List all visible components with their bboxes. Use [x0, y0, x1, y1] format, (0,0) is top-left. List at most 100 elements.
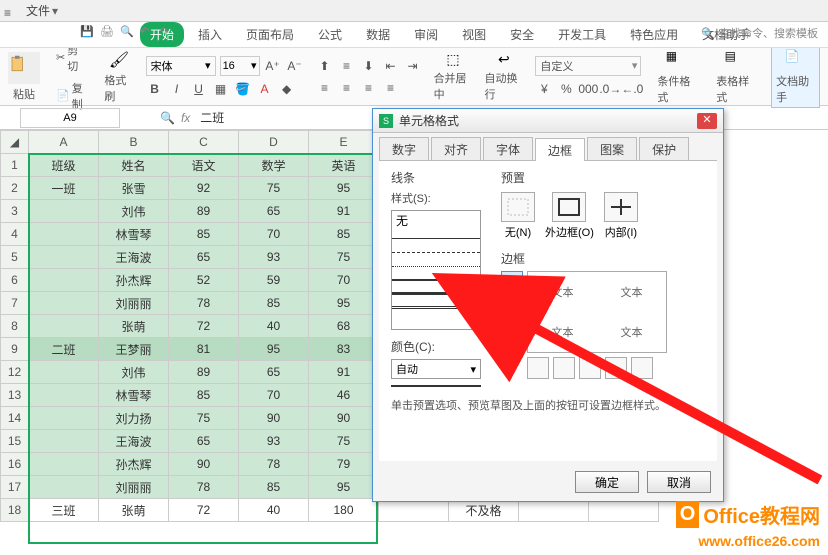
cell[interactable]: 85: [239, 476, 309, 499]
cell[interactable]: [29, 223, 99, 246]
cell[interactable]: 95: [239, 338, 309, 361]
cell[interactable]: 刘力扬: [99, 407, 169, 430]
cell[interactable]: 72: [169, 499, 239, 522]
cell[interactable]: 班级: [29, 154, 99, 177]
cell[interactable]: 90: [309, 407, 379, 430]
cell[interactable]: 78: [169, 292, 239, 315]
effects-button[interactable]: ◆: [278, 80, 296, 98]
cell[interactable]: 91: [309, 361, 379, 384]
cell[interactable]: 刘伟: [99, 200, 169, 223]
align-center-icon[interactable]: ≡: [338, 79, 356, 97]
dlg-tab-pattern[interactable]: 图案: [587, 137, 637, 160]
increase-font-icon[interactable]: A⁺: [264, 57, 282, 75]
expand-icon[interactable]: 🔍: [160, 111, 175, 125]
cell[interactable]: 75: [169, 407, 239, 430]
col-header[interactable]: E: [309, 131, 379, 154]
preview-icon[interactable]: 🔍: [120, 25, 134, 39]
row-header[interactable]: 4: [1, 223, 29, 246]
color-select[interactable]: 自动▾: [391, 359, 481, 379]
cell[interactable]: 79: [309, 453, 379, 476]
col-header[interactable]: B: [99, 131, 169, 154]
cell[interactable]: 90: [169, 453, 239, 476]
cell[interactable]: 52: [169, 269, 239, 292]
italic-button[interactable]: I: [168, 80, 186, 98]
border-left-button[interactable]: [553, 357, 575, 379]
cell[interactable]: 40: [239, 499, 309, 522]
border-right-button[interactable]: [605, 357, 627, 379]
cell[interactable]: 75: [239, 177, 309, 200]
table-style-button[interactable]: ▤ 表格样式: [712, 47, 759, 107]
hamburger-icon[interactable]: [4, 6, 18, 16]
cell[interactable]: 72: [169, 315, 239, 338]
border-preview[interactable]: 文本 文本 文本 文本: [527, 271, 667, 353]
row-header[interactable]: 6: [1, 269, 29, 292]
align-top-icon[interactable]: ⬆: [316, 57, 334, 75]
border-diag1-button[interactable]: [527, 357, 549, 379]
tab-view[interactable]: 视图: [452, 22, 496, 47]
cell[interactable]: 二班: [29, 338, 99, 361]
dlg-tab-border[interactable]: 边框: [535, 138, 585, 161]
dlg-tab-font[interactable]: 字体: [483, 137, 533, 160]
row-header[interactable]: 14: [1, 407, 29, 430]
cell[interactable]: 93: [239, 430, 309, 453]
cell[interactable]: 姓名: [99, 154, 169, 177]
col-header[interactable]: D: [239, 131, 309, 154]
align-left-icon[interactable]: ≡: [316, 79, 334, 97]
dlg-tab-align[interactable]: 对齐: [431, 137, 481, 160]
cell[interactable]: [29, 476, 99, 499]
cell[interactable]: 刘丽丽: [99, 292, 169, 315]
select-all-corner[interactable]: ◢: [1, 131, 29, 154]
cell[interactable]: 英语: [309, 154, 379, 177]
cell[interactable]: 89: [169, 361, 239, 384]
cell[interactable]: 85: [169, 223, 239, 246]
cell[interactable]: [29, 384, 99, 407]
dlg-tab-number[interactable]: 数字: [379, 137, 429, 160]
indent-dec-icon[interactable]: ⇤: [382, 57, 400, 75]
style-dotted[interactable]: [392, 253, 480, 267]
cell[interactable]: [29, 430, 99, 453]
style-dashed[interactable]: [392, 239, 480, 253]
font-name-select[interactable]: 宋体▾: [146, 56, 216, 76]
preset-outline[interactable]: 外边框(O): [545, 192, 594, 240]
cell[interactable]: 65: [239, 361, 309, 384]
format-painter-icon[interactable]: 🖌: [109, 50, 129, 70]
name-box[interactable]: A9: [20, 108, 120, 128]
cell[interactable]: 92: [169, 177, 239, 200]
file-menu[interactable]: 文件: [26, 2, 58, 19]
paste-button[interactable]: [8, 52, 40, 84]
cell[interactable]: [29, 453, 99, 476]
cell[interactable]: [29, 292, 99, 315]
underline-button[interactable]: U: [190, 80, 208, 98]
cell[interactable]: [29, 200, 99, 223]
cell[interactable]: 68: [309, 315, 379, 338]
cell[interactable]: 65: [169, 430, 239, 453]
row-header[interactable]: 2: [1, 177, 29, 200]
row-header[interactable]: 13: [1, 384, 29, 407]
cell[interactable]: 180: [309, 499, 379, 522]
cell[interactable]: [29, 407, 99, 430]
cell[interactable]: [29, 315, 99, 338]
cell[interactable]: 93: [239, 246, 309, 269]
cell[interactable]: 78: [169, 476, 239, 499]
cell[interactable]: 75: [309, 430, 379, 453]
fx-icon[interactable]: fx: [181, 111, 190, 125]
row-header[interactable]: 3: [1, 200, 29, 223]
cell[interactable]: 46: [309, 384, 379, 407]
cancel-button[interactable]: 取消: [647, 471, 711, 493]
cell[interactable]: 林雪琴: [99, 384, 169, 407]
command-search[interactable]: 查找命令、搜索模板: [701, 25, 818, 41]
cell[interactable]: 林雪琴: [99, 223, 169, 246]
cell[interactable]: 85: [309, 223, 379, 246]
dec-dec-icon[interactable]: ←.0: [623, 80, 641, 98]
border-top-button[interactable]: [501, 271, 523, 293]
dec-inc-icon[interactable]: .0→: [601, 80, 619, 98]
cell[interactable]: 王梦丽: [99, 338, 169, 361]
cell[interactable]: 40: [239, 315, 309, 338]
row-header[interactable]: 9: [1, 338, 29, 361]
percent-icon[interactable]: %: [557, 80, 575, 98]
cell[interactable]: 89: [169, 200, 239, 223]
cell[interactable]: 刘伟: [99, 361, 169, 384]
cell[interactable]: 张雪: [99, 177, 169, 200]
cell[interactable]: 75: [309, 246, 379, 269]
align-right-icon[interactable]: ≡: [360, 79, 378, 97]
